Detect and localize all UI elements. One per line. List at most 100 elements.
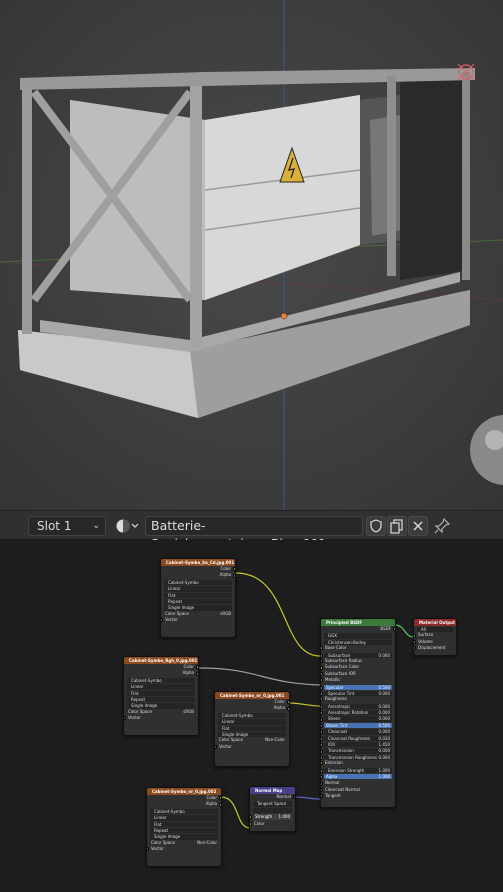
chevron-down-icon: ⌄ bbox=[92, 521, 100, 531]
node-title: Cabinet-Symbo_nr_0.jpg.001 bbox=[215, 692, 289, 699]
node-title: Material Output bbox=[414, 619, 456, 626]
bsdf-input-clearcoat-roughness[interactable]: Clearcoat Roughness 0.030 bbox=[321, 735, 392, 742]
input-label: Clearcoat Normal bbox=[325, 786, 360, 792]
unlink-material-button[interactable] bbox=[408, 516, 428, 536]
output-alpha: Alpha bbox=[215, 705, 289, 711]
node-title: Normal Map bbox=[250, 787, 295, 794]
material-sphere-icon bbox=[116, 519, 139, 533]
material-slot-label: Slot 1 bbox=[37, 519, 72, 533]
projection-select[interactable]: Flat bbox=[164, 592, 232, 598]
input-label: Emission Strength bbox=[328, 767, 365, 773]
image-selector[interactable]: Cabinet-Symbo bbox=[150, 808, 218, 815]
close-icon bbox=[413, 521, 423, 531]
interpolation-select[interactable]: Linear bbox=[150, 815, 218, 821]
3d-viewport[interactable] bbox=[0, 0, 503, 510]
bsdf-input-ior[interactable]: IOR 1.450 bbox=[321, 742, 392, 748]
input-value: 0.500 bbox=[378, 722, 390, 728]
output-alpha: Alpha bbox=[124, 670, 198, 676]
link-bsdf-surface bbox=[394, 624, 414, 638]
node-title: Cabinet-Symbo_nr_0.jpg.002 bbox=[147, 788, 221, 795]
duplicate-material-button[interactable] bbox=[387, 516, 407, 536]
material-browse-button[interactable] bbox=[115, 517, 143, 535]
input-label: Tangent bbox=[325, 793, 341, 799]
input-value: 1.450 bbox=[378, 742, 390, 748]
interpolation-select[interactable]: Linear bbox=[218, 719, 286, 725]
input-vector: Vector bbox=[147, 846, 221, 852]
input-value: 0.000 bbox=[378, 703, 390, 709]
output-bsdf: BSDF bbox=[321, 626, 395, 632]
image-texture-node-3[interactable]: Cabinet-Symbo_nr_0.jpg.001 Color Alpha C… bbox=[214, 691, 290, 767]
input-label: Metallic bbox=[325, 677, 341, 683]
bsdf-input-roughness[interactable]: Roughness bbox=[321, 696, 395, 702]
normal-map-node[interactable]: Normal Map Normal Tangent Space Strength… bbox=[249, 786, 296, 832]
interpolation-select[interactable]: Linear bbox=[164, 586, 232, 592]
input-label: Subsurface Radius bbox=[325, 657, 363, 663]
image-texture-node-4[interactable]: Cabinet-Symbo_nr_0.jpg.002 Color Alpha C… bbox=[146, 787, 222, 867]
input-label: Emission bbox=[325, 760, 343, 766]
bsdf-input-anisotropic-rotation[interactable]: Anisotropic Rotation 0.000 bbox=[321, 710, 392, 716]
material-output-node[interactable]: Material Output All Surface Volume Displ… bbox=[413, 618, 457, 656]
bsdf-input-clearcoat[interactable]: Clearcoat 0.000 bbox=[321, 729, 392, 735]
input-vector: Vector bbox=[215, 744, 289, 750]
shield-icon bbox=[370, 519, 382, 533]
node-title: Principled BSDF bbox=[321, 619, 395, 626]
shader-node-editor[interactable]: Cabinet-Symbo_ba_Cd.jpg.001 Color Alpha … bbox=[0, 540, 503, 892]
input-label: Specular Tint bbox=[328, 690, 355, 696]
bsdf-input-anisotropic[interactable]: Anisotropic 0.000 bbox=[321, 703, 392, 710]
bsdf-input-sheen[interactable]: Sheen 0.000 bbox=[321, 716, 392, 722]
bsdf-input-transmission[interactable]: Transmission 0.000 bbox=[321, 748, 392, 754]
distribution-select[interactable]: GGX bbox=[324, 633, 392, 639]
image-selector[interactable]: Cabinet-Symbo bbox=[164, 579, 232, 586]
input-label: Subsurface Color bbox=[325, 664, 360, 670]
input-label: Sheen Tint bbox=[326, 722, 348, 728]
input-label: Sheen bbox=[328, 716, 341, 722]
output-alpha: Alpha bbox=[147, 801, 221, 807]
input-color: Color bbox=[250, 821, 295, 827]
input-label: Anisotropic Rotation bbox=[328, 710, 369, 716]
material-slot-dropdown[interactable]: Slot 1 ⌄ bbox=[28, 516, 106, 536]
strength-slider[interactable]: Strength 1.000 bbox=[250, 814, 292, 820]
uvmap-select[interactable] bbox=[253, 807, 292, 814]
bsdf-input-tangent[interactable]: Tangent bbox=[321, 793, 395, 799]
input-value: 0.500 bbox=[378, 684, 390, 690]
space-select[interactable]: Tangent Space bbox=[253, 801, 292, 807]
principled-bsdf-node[interactable]: Principled BSDF BSDF GGX Christensen-Bur… bbox=[320, 618, 396, 808]
input-vector: Vector bbox=[161, 617, 235, 623]
fake-user-button[interactable] bbox=[366, 516, 386, 536]
link-normal-map-input bbox=[220, 796, 251, 829]
bsdf-input-emission-strength[interactable]: Emission Strength 1.000 bbox=[321, 767, 392, 773]
projection-select[interactable]: Flat bbox=[150, 821, 218, 827]
projection-select[interactable]: Flat bbox=[218, 725, 286, 731]
input-value: 0.000 bbox=[378, 710, 390, 716]
link-roughness bbox=[197, 667, 321, 686]
input-value: 0.000 bbox=[378, 748, 390, 754]
extension-select[interactable]: Repeat bbox=[127, 696, 195, 703]
copy-icon bbox=[390, 519, 403, 534]
input-label: Alpha bbox=[326, 773, 338, 779]
object-origin-dot bbox=[280, 312, 288, 320]
image-selector[interactable]: Cabinet-Symbo bbox=[218, 712, 286, 719]
output-alpha: Alpha bbox=[161, 572, 235, 578]
image-selector[interactable]: Cabinet-Symbo bbox=[127, 677, 195, 684]
input-label: Roughness bbox=[325, 696, 347, 702]
material-name-field[interactable]: Batterie-Speichercontainer_Blau.001 bbox=[145, 516, 363, 551]
interpolation-select[interactable]: Linear bbox=[127, 684, 195, 690]
image-texture-node-2[interactable]: Cabinet-Symbo_Rgh_0.jpg.001 Color Alpha … bbox=[123, 656, 199, 736]
bsdf-input-alpha[interactable]: Alpha 1.000 bbox=[321, 773, 392, 780]
bsdf-input-emission[interactable]: Emission bbox=[321, 760, 395, 766]
image-texture-node-1[interactable]: Cabinet-Symbo_ba_Cd.jpg.001 Color Alpha … bbox=[160, 558, 236, 638]
input-label: Specular bbox=[326, 684, 344, 690]
output-normal: Normal bbox=[250, 794, 295, 800]
bsdf-input-specular[interactable]: Specular 0.500 bbox=[321, 684, 392, 690]
bsdf-input-base-color[interactable]: Base Color bbox=[321, 645, 395, 651]
extension-select[interactable]: Repeat bbox=[150, 827, 218, 834]
bsdf-input-metallic[interactable]: Metallic bbox=[321, 677, 395, 683]
input-label: Normal bbox=[325, 780, 340, 786]
input-value: 0.030 bbox=[378, 735, 390, 741]
bsdf-input-sheen-tint[interactable]: Sheen Tint 0.500 bbox=[321, 722, 392, 729]
pin-button[interactable] bbox=[432, 516, 452, 536]
extension-select[interactable]: Repeat bbox=[164, 598, 232, 605]
input-value: 1.000 bbox=[378, 773, 390, 779]
input-label: Anisotropic bbox=[328, 703, 351, 709]
projection-select[interactable]: Flat bbox=[127, 690, 195, 696]
